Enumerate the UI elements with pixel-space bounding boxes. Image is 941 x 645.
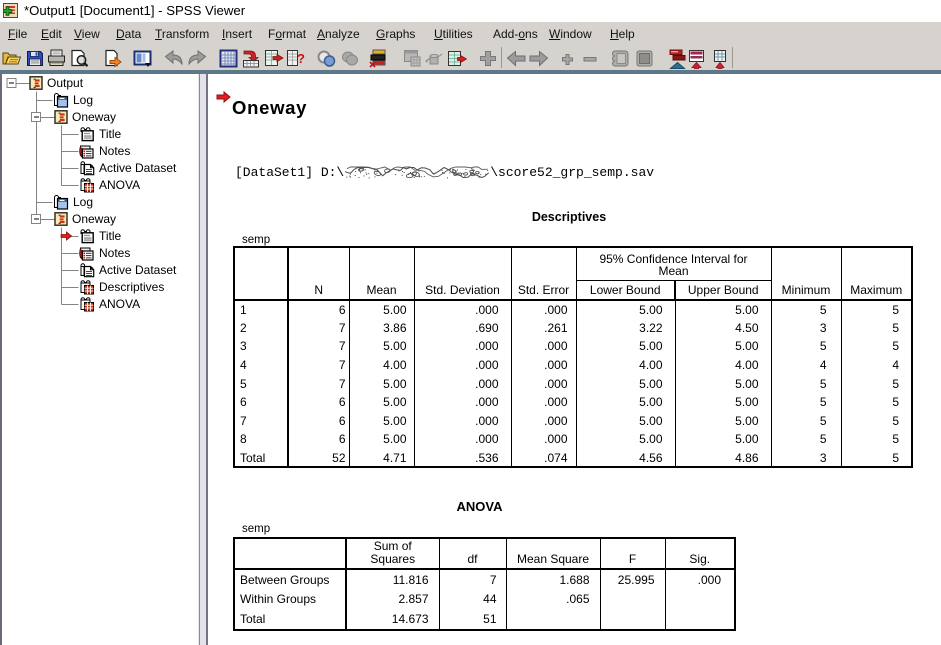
svg-text:?: ?	[297, 51, 305, 66]
